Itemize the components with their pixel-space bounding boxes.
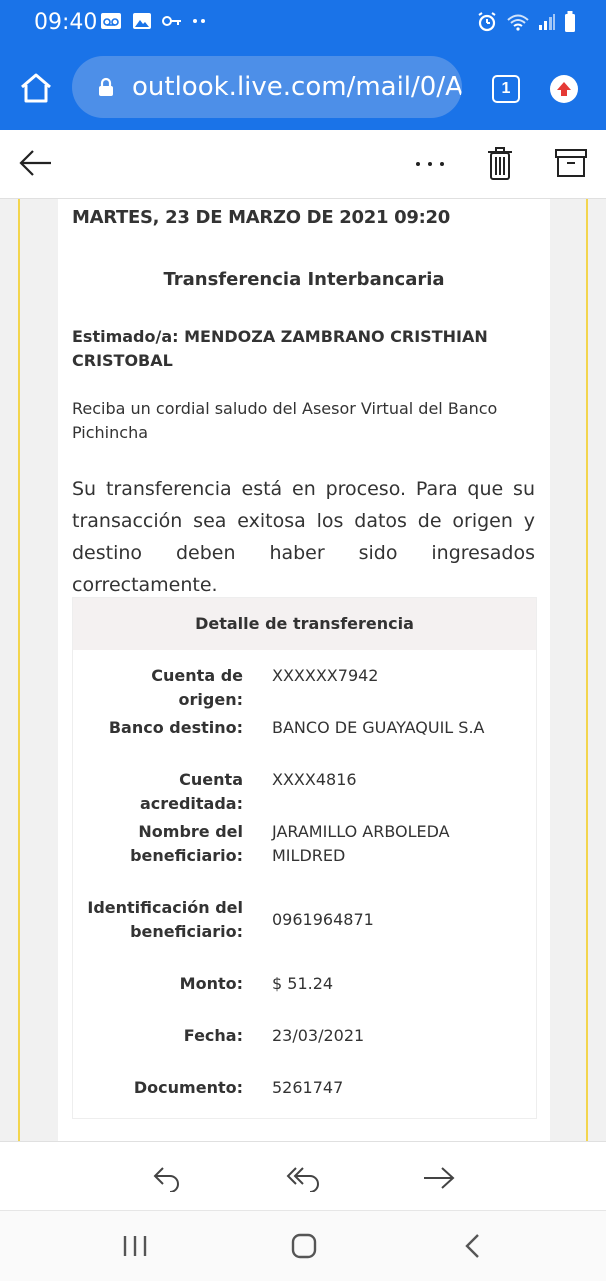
email-greeting: Estimado/a: MENDOZA ZAMBRANO CRISTHIAN C…: [72, 327, 488, 370]
notification-icons: [100, 12, 208, 30]
detail-value: 23/03/2021: [272, 1026, 365, 1045]
lock-icon: [99, 77, 113, 96]
email-title: Transferencia Interbancaria: [163, 269, 445, 290]
detail-label: Cuenta acreditada:: [139, 770, 243, 813]
back-arrow-icon[interactable]: [18, 148, 54, 178]
alarm-icon: [478, 12, 496, 32]
home-button[interactable]: [18, 72, 54, 104]
archive-icon[interactable]: [554, 148, 588, 178]
right-accent-bar: [586, 199, 588, 1141]
detail-label: Cuenta de origen:: [151, 666, 243, 709]
more-options-icon[interactable]: [414, 161, 446, 167]
email-body-viewport[interactable]: MARTES, 23 DE MARZO DE 2021 09:20 Transf…: [0, 199, 606, 1141]
recent-apps-icon[interactable]: [122, 1235, 148, 1257]
update-button[interactable]: [550, 75, 578, 103]
system-navigation-bar: [0, 1210, 606, 1281]
email-card: MARTES, 23 DE MARZO DE 2021 09:20 Transf…: [58, 199, 550, 1141]
address-bar[interactable]: outlook.live.com/mail/0/AQ: [72, 56, 462, 118]
key-icon: [162, 16, 181, 26]
detail-label: Nombre del beneficiario:: [130, 822, 243, 865]
forward-icon[interactable]: [422, 1166, 456, 1190]
detail-value: $ 51.24: [272, 974, 334, 993]
browser-toolbar: outlook.live.com/mail/0/AQ 1: [0, 46, 606, 130]
tab-switcher-button[interactable]: 1: [492, 75, 520, 103]
transfer-detail-table: Detalle de transferencia Cuenta de orige…: [72, 597, 537, 1119]
gallery-icon: [133, 13, 151, 29]
message-action-bar: [0, 1141, 606, 1210]
signal-icon: [539, 14, 555, 30]
left-accent-bar: [18, 199, 20, 1141]
detail-value: XXXXXX7942: [272, 666, 379, 685]
detail-value: BANCO DE GUAYAQUIL S.A: [272, 718, 485, 737]
mail-toolbar: [0, 130, 606, 199]
detail-value: 0961964871: [272, 910, 374, 929]
url-text: outlook.live.com/mail/0/AQ: [132, 72, 462, 102]
detail-label: Identificación del beneficiario:: [87, 898, 243, 941]
reply-all-icon[interactable]: [286, 1164, 322, 1192]
status-time: 09:40: [34, 10, 98, 35]
detail-value: 5261747: [272, 1078, 344, 1097]
update-arrow-icon: [557, 82, 571, 96]
detail-label: Monto:: [179, 974, 243, 993]
status-bar: 09:40: [0, 0, 606, 46]
home-nav-icon[interactable]: [290, 1232, 318, 1260]
delete-icon[interactable]: [486, 145, 514, 181]
back-nav-icon[interactable]: [464, 1233, 482, 1259]
detail-header: Detalle de transferencia: [73, 598, 536, 650]
system-icons: [476, 11, 576, 33]
detail-value: XXXX4816: [272, 770, 357, 789]
email-message: Su transferencia está en proceso. Para q…: [72, 478, 535, 596]
battery-icon: [565, 11, 575, 32]
detail-value: JARAMILLO ARBOLEDA MILDRED: [272, 822, 450, 865]
home-icon: [21, 73, 51, 103]
email-salutation: Reciba un cordial saludo del Asesor Virt…: [72, 399, 498, 442]
voicemail-icon: [101, 13, 121, 29]
detail-label: Banco destino:: [108, 718, 243, 737]
detail-label: Fecha:: [183, 1026, 243, 1045]
more-notifications-icon: [193, 19, 205, 23]
detail-label: Documento:: [133, 1078, 243, 1097]
reply-icon[interactable]: [152, 1164, 182, 1192]
email-date: MARTES, 23 DE MARZO DE 2021 09:20: [72, 207, 450, 228]
wifi-icon: [507, 14, 529, 31]
